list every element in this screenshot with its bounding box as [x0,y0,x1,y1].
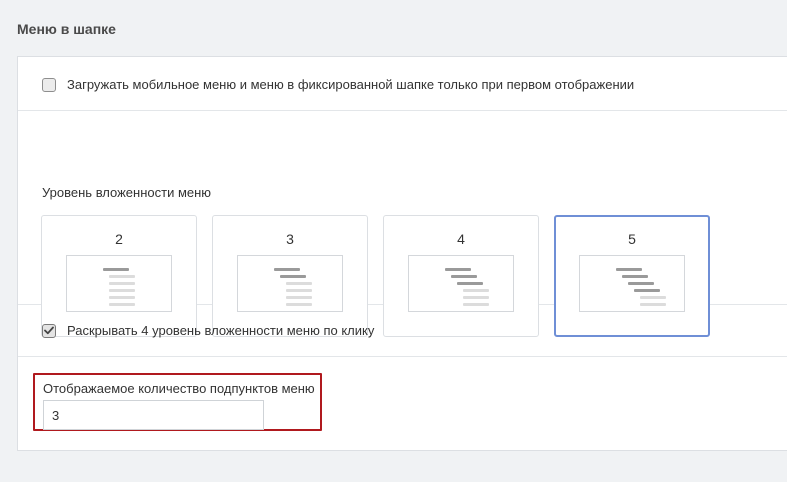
subitems-count-highlight: Отображаемое количество подпунктов меню [33,373,322,431]
load-once-option[interactable]: Загружать мобильное меню и меню в фиксир… [42,77,634,92]
menu-level-bar [274,268,300,271]
menu-preview-icon [237,255,343,312]
expand-on-click-label: Раскрывать 4 уровень вложенности меню по… [67,323,375,338]
menu-level-bar [622,275,648,278]
settings-panel: Загружать мобильное меню и меню в фиксир… [17,56,787,451]
section-title: Меню в шапке [17,21,116,37]
nesting-level-value: 5 [628,231,636,247]
nesting-level-value: 3 [286,231,294,247]
checkmark-icon [44,326,54,335]
settings-page: Меню в шапке Загружать мобильное меню и … [0,0,787,482]
menu-level-bar [445,268,471,271]
subitems-count-label: Отображаемое количество подпунктов меню [43,381,315,396]
nesting-level-label: Уровень вложенности меню [42,185,212,200]
menu-item-bar [640,296,666,299]
menu-item-bar [463,289,489,292]
menu-item-bar [286,296,312,299]
menu-item-bar [109,282,135,285]
menu-item-bar [109,289,135,292]
menu-preview-icon [579,255,685,312]
load-once-label: Загружать мобильное меню и меню в фиксир… [67,77,635,92]
menu-level-bar [280,275,306,278]
subitems-count-input[interactable] [43,400,264,430]
subitems-count-row: Отображаемое количество подпунктов меню [18,357,787,451]
menu-item-bar [286,289,312,292]
load-once-row: Загружать мобильное меню и меню в фиксир… [18,57,787,111]
menu-level-bar [634,289,660,292]
menu-item-bar [286,282,312,285]
nesting-level-value: 2 [115,231,123,247]
menu-item-bar [109,275,135,278]
expand-on-click-checkbox[interactable] [42,323,56,338]
expand-on-click-option[interactable]: Раскрывать 4 уровень вложенности меню по… [42,323,374,338]
menu-level-bar [628,282,654,285]
menu-preview-icon [408,255,514,312]
nesting-level-value: 4 [457,231,465,247]
menu-level-bar [451,275,477,278]
menu-item-bar [109,296,135,299]
nesting-level-row: Уровень вложенности меню 2 3 4 5 [18,111,787,337]
menu-level-bar [616,268,642,271]
menu-item-bar [463,296,489,299]
menu-level-bar [457,282,483,285]
menu-preview-icon [66,255,172,312]
expand-on-click-row: Раскрывать 4 уровень вложенности меню по… [18,305,787,357]
load-once-checkbox[interactable] [42,77,56,92]
menu-level-bar [103,268,129,271]
